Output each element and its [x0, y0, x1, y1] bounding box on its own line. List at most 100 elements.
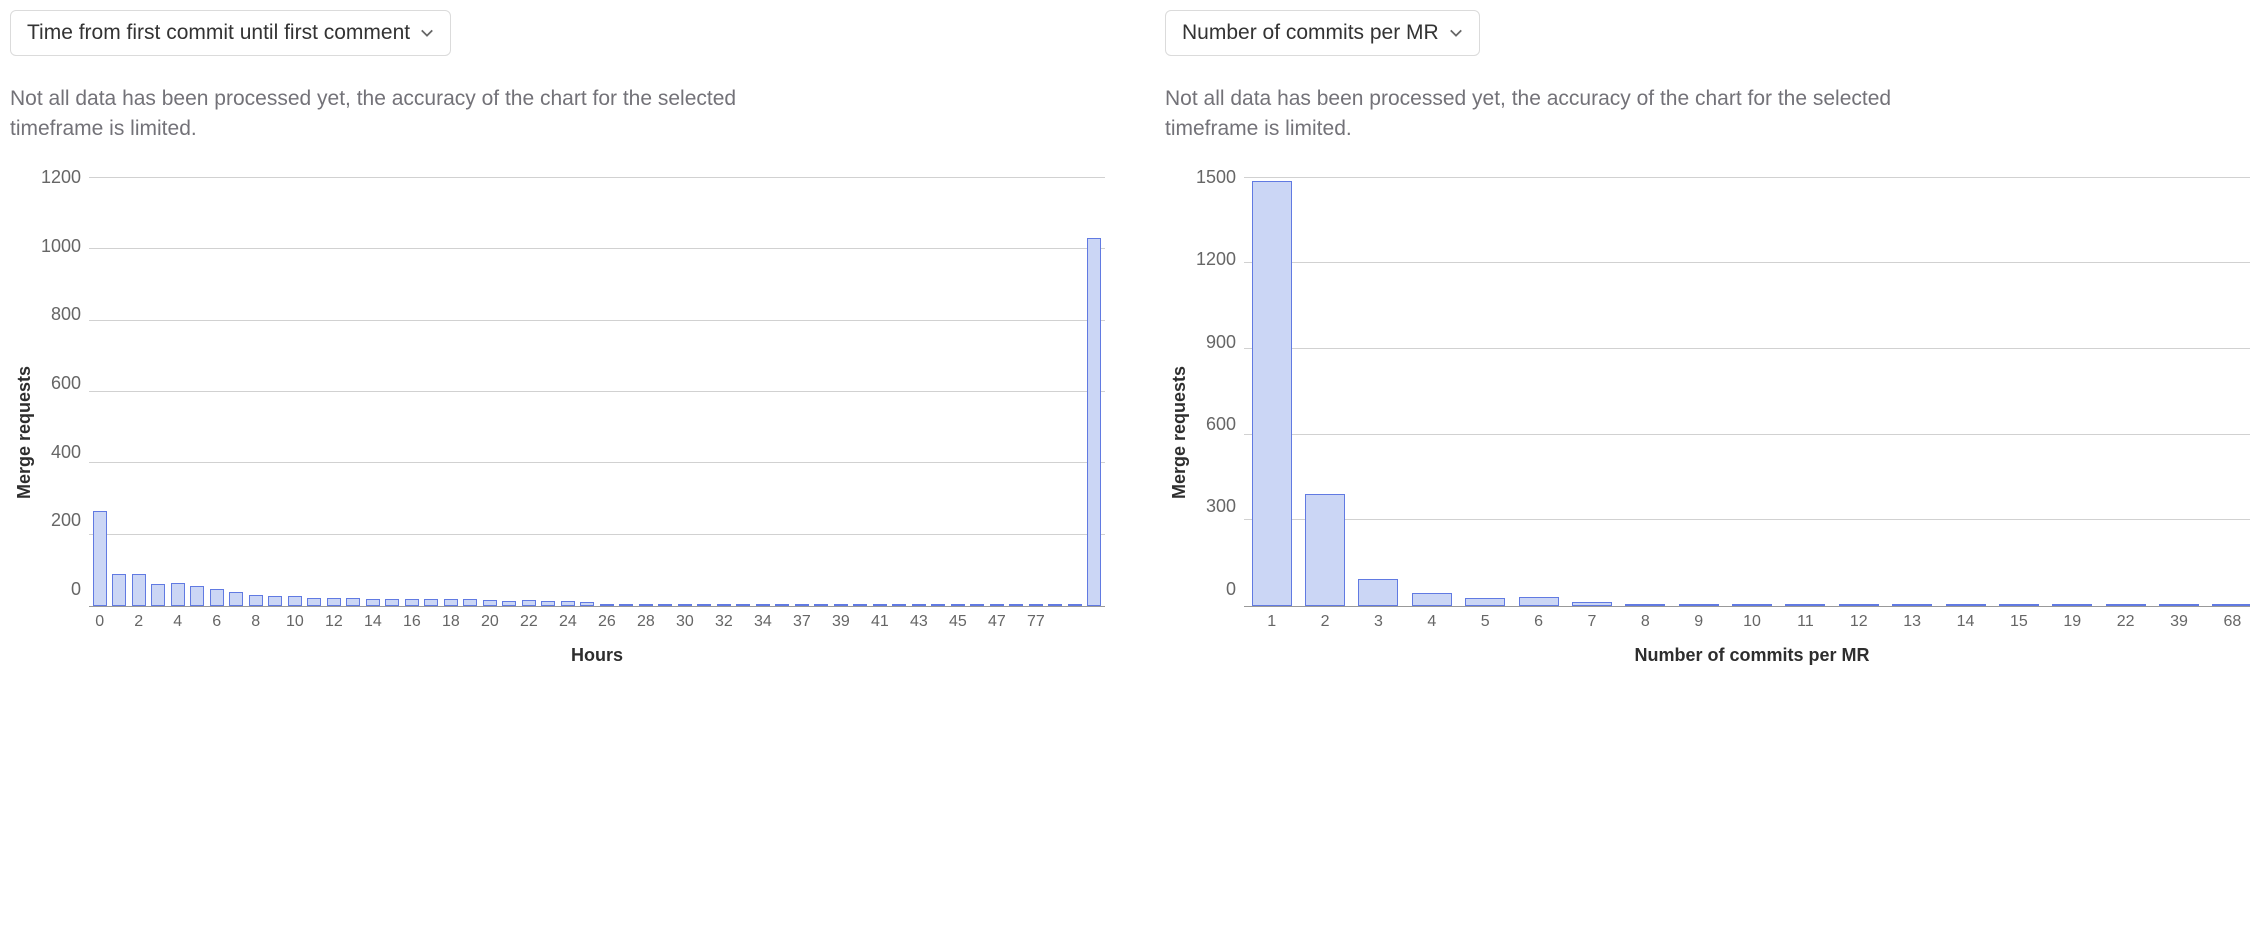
x-tick: 9: [1673, 613, 1724, 631]
bar-slot: [2153, 177, 2204, 606]
bar-slot: [247, 177, 265, 606]
bar-slot: [1833, 177, 1884, 606]
bar: [151, 584, 165, 605]
bar: [717, 604, 731, 606]
bar-slot: [715, 177, 733, 606]
bar-slot: [813, 177, 831, 606]
x-tick: 5: [1460, 613, 1511, 631]
plot-area: [89, 177, 1105, 607]
x-tick: [813, 613, 831, 631]
bar: [1068, 604, 1082, 606]
x-tick: 2: [130, 613, 148, 631]
y-tick: 1200: [1194, 250, 1236, 268]
bar: [912, 604, 926, 606]
bar-slot: [2047, 177, 2098, 606]
bar-slot: [891, 177, 909, 606]
bar-slot: [403, 177, 421, 606]
bar-slot: [871, 177, 889, 606]
metric-dropdown-label: Time from first commit until first comme…: [27, 21, 410, 45]
bar: [1839, 604, 1879, 606]
bar: [1465, 598, 1505, 606]
bar-slot: [852, 177, 870, 606]
x-tick: 7: [1566, 613, 1617, 631]
chart-left: Merge requests 120010008006004002000 024…: [10, 177, 1105, 687]
bar-slot: [286, 177, 304, 606]
bar-slot: [520, 177, 538, 606]
bar-slot: [1086, 177, 1104, 606]
bar: [580, 602, 594, 606]
bar-slot: [657, 177, 675, 606]
bar: [2052, 604, 2092, 606]
x-tick: 12: [325, 613, 343, 631]
bar-slot: [598, 177, 616, 606]
bar-slot: [1027, 177, 1045, 606]
plot-area: [1244, 177, 2250, 607]
x-tick: [384, 613, 402, 631]
bar-slot: [2207, 177, 2250, 606]
bar: [1732, 604, 1772, 606]
bar: [1785, 604, 1825, 606]
bar-slot: [832, 177, 850, 606]
bar-slot: [384, 177, 402, 606]
bar: [1946, 604, 1986, 606]
x-tick: [969, 613, 987, 631]
y-tick: 1000: [39, 237, 81, 255]
bar: [678, 604, 692, 606]
panel-right: Number of commits per MR Not all data ha…: [1165, 10, 2250, 687]
bar-slot: [1008, 177, 1026, 606]
bar: [1358, 579, 1398, 606]
x-tick: 41: [871, 613, 889, 631]
chart-right: Merge requests 150012009006003000 123456…: [1165, 177, 2250, 687]
bar-slot: [189, 177, 207, 606]
y-tick: 800: [39, 305, 81, 323]
bar-slot: [676, 177, 694, 606]
bar-slot: [364, 177, 382, 606]
x-tick: 15: [1993, 613, 2044, 631]
bar-slot: [2100, 177, 2151, 606]
bar: [1679, 604, 1719, 606]
x-ticks: 12345678910111213141519223968: [1244, 607, 2250, 631]
x-tick: [579, 613, 597, 631]
y-ticks: 120010008006004002000: [39, 177, 89, 607]
bar: [112, 574, 126, 605]
bar: [2106, 604, 2146, 606]
bar-slot: [1066, 177, 1084, 606]
bar-slot: [1406, 177, 1457, 606]
bar: [268, 596, 282, 606]
bar-slot: [442, 177, 460, 606]
panel-left: Time from first commit until first comme…: [10, 10, 1105, 687]
bar: [970, 604, 984, 606]
x-tick: 13: [1887, 613, 1938, 631]
metric-dropdown-left[interactable]: Time from first commit until first comme…: [10, 10, 451, 56]
bar: [1048, 604, 1062, 606]
x-tick: [345, 613, 363, 631]
metric-dropdown-right[interactable]: Number of commits per MR: [1165, 10, 1480, 56]
x-tick: 10: [286, 613, 304, 631]
bar: [1572, 602, 1612, 605]
x-tick: [423, 613, 441, 631]
bar-slot: [774, 177, 792, 606]
bar-slot: [306, 177, 324, 606]
x-tick: [930, 613, 948, 631]
bar: [1252, 181, 1292, 606]
bar: [132, 574, 146, 606]
bar-slot: [696, 177, 714, 606]
y-tick: 600: [39, 374, 81, 392]
bar-slot: [1246, 177, 1297, 606]
bar: [619, 604, 633, 606]
bar-slot: [208, 177, 226, 606]
bar-slot: [969, 177, 987, 606]
bar-slot: [267, 177, 285, 606]
bar-slot: [481, 177, 499, 606]
bar: [561, 601, 575, 606]
x-tick: [774, 613, 792, 631]
bar-slot: [228, 177, 246, 606]
bar-slot: [1993, 177, 2044, 606]
bar: [93, 511, 107, 606]
bar-slot: [91, 177, 109, 606]
bar: [853, 604, 867, 606]
x-axis-label: Hours: [89, 645, 1105, 666]
bar: [288, 596, 302, 606]
bar: [483, 600, 497, 606]
bar: [444, 599, 458, 605]
